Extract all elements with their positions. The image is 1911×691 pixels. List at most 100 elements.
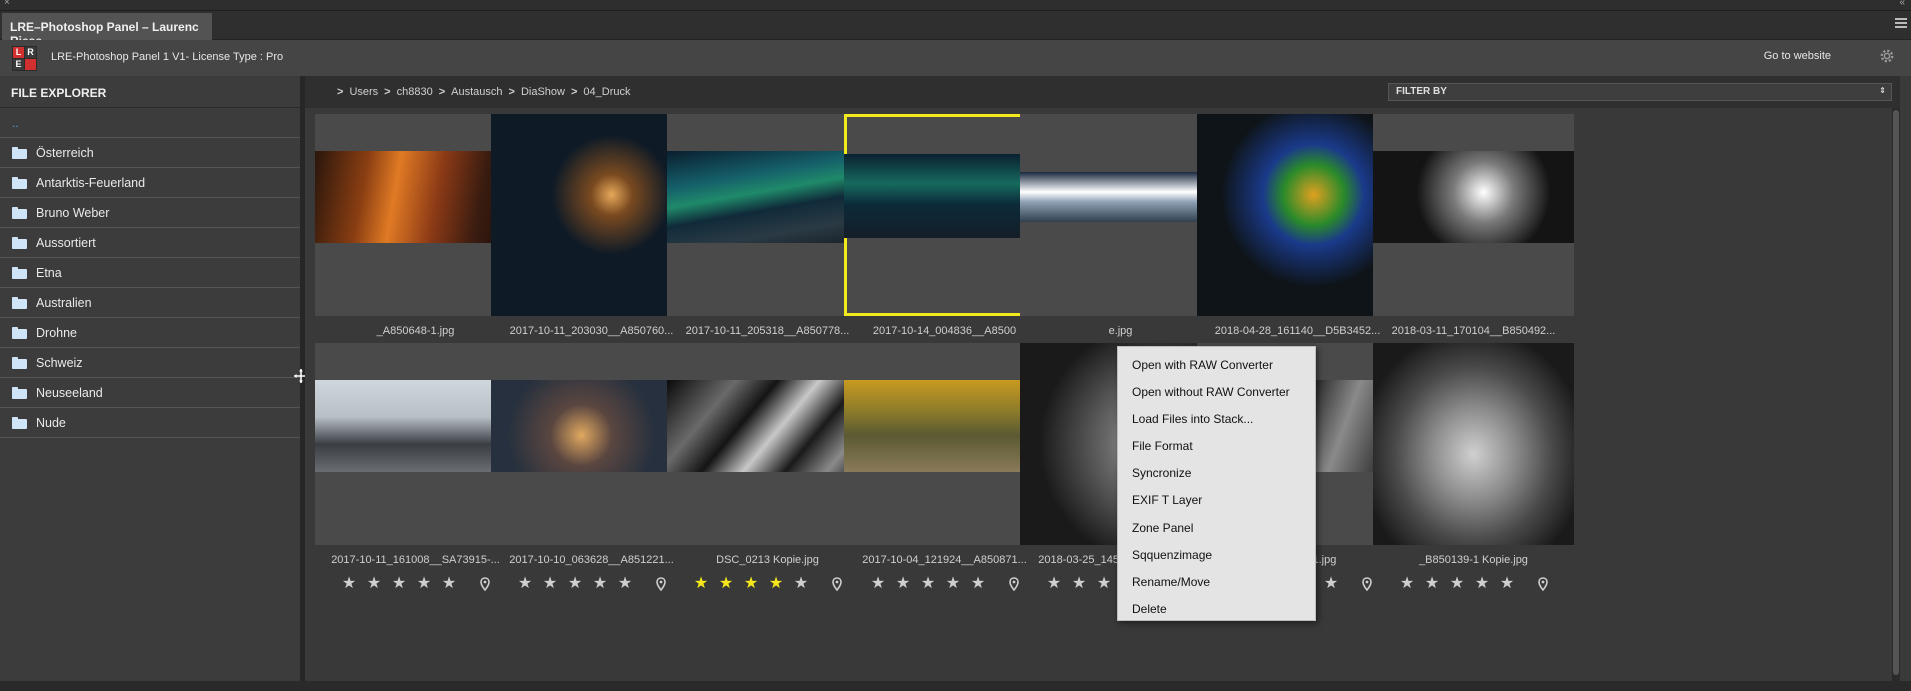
context-menu-item[interactable]: Delete: [1118, 596, 1315, 623]
star-icon[interactable]: ★: [893, 576, 913, 592]
location-pin-icon[interactable]: [1007, 577, 1021, 592]
folder-item[interactable]: Schweiz: [0, 348, 300, 378]
photo-preview: [1020, 172, 1221, 222]
context-menu-item[interactable]: File Format: [1118, 433, 1315, 460]
image-card[interactable]: 2017-10-11_205318__A850778...★★★★★: [667, 114, 868, 363]
star-icon[interactable]: ★: [590, 576, 610, 592]
panel-tab[interactable]: LRE–Photoshop Panel – Laurenc Riese: [2, 13, 212, 48]
star-icon[interactable]: ★: [339, 576, 359, 592]
context-menu-item[interactable]: Zone Panel: [1118, 515, 1315, 542]
star-icon[interactable]: ★: [766, 576, 786, 592]
scrollbar-thumb[interactable]: [1893, 110, 1899, 675]
star-icon[interactable]: ★: [868, 576, 888, 592]
panel-header: L R E LRE-Photoshop Panel 1 V1- License …: [0, 40, 1911, 76]
star-icon[interactable]: ★: [364, 576, 384, 592]
location-pin-icon[interactable]: [1360, 577, 1374, 592]
breadcrumb-item[interactable]: Austausch: [451, 86, 502, 98]
breadcrumb-item[interactable]: Users: [349, 86, 378, 98]
context-menu-item[interactable]: Rename/Move: [1118, 569, 1315, 596]
star-icon[interactable]: ★: [1422, 576, 1442, 592]
location-pin-icon[interactable]: [654, 577, 668, 592]
image-thumbnail[interactable]: [1020, 114, 1221, 316]
image-thumbnail[interactable]: [667, 343, 868, 545]
star-icon[interactable]: ★: [741, 576, 761, 592]
star-icon[interactable]: ★: [791, 576, 811, 592]
vertical-scrollbar[interactable]: [1892, 108, 1900, 681]
star-icon[interactable]: ★: [515, 576, 535, 592]
image-card[interactable]: _A850648-1.jpg★★★★★: [315, 114, 516, 363]
star-icon[interactable]: ★: [615, 576, 635, 592]
folder-item[interactable]: Antarktis-Feuerland: [0, 168, 300, 198]
panel-menu-icon[interactable]: [1895, 18, 1907, 28]
folder-item[interactable]: Bruno Weber: [0, 198, 300, 228]
close-icon[interactable]: ×: [4, 0, 10, 8]
chevron-updown-icon: ⇕: [1879, 86, 1886, 95]
folder-item[interactable]: Etna: [0, 258, 300, 288]
folder-item[interactable]: Aussortiert: [0, 228, 300, 258]
context-menu-item[interactable]: Syncronize: [1118, 460, 1315, 487]
breadcrumb-item[interactable]: 04_Druck: [583, 86, 630, 98]
go-to-website-link[interactable]: Go to website: [1764, 50, 1831, 62]
image-card[interactable]: 2017-10-11_161008__SA73915-... ★ ★ ★ ★ ★: [315, 343, 516, 592]
image-thumbnail[interactable]: [491, 343, 692, 545]
star-icon[interactable]: ★: [540, 576, 560, 592]
gear-icon[interactable]: [1878, 47, 1896, 65]
star-rating: ★ ★ ★ ★ ★: [491, 576, 692, 592]
breadcrumb-item[interactable]: DiaShow: [521, 86, 565, 98]
star-icon[interactable]: ★: [1497, 576, 1517, 592]
star-icon[interactable]: ★: [565, 576, 585, 592]
star-icon[interactable]: ★: [1397, 576, 1417, 592]
photo-preview: [1373, 343, 1574, 545]
collapse-icon[interactable]: «: [1899, 0, 1905, 8]
context-menu-item[interactable]: EXIF T Layer: [1118, 487, 1315, 514]
star-icon[interactable]: ★: [691, 576, 711, 592]
star-icon[interactable]: ★: [716, 576, 736, 592]
image-card[interactable]: _B850139-1 Kopie.jpg ★ ★ ★ ★ ★: [1373, 343, 1574, 592]
star-icon[interactable]: ★: [1094, 576, 1114, 592]
image-card[interactable]: 2017-10-10_063628__A851221... ★ ★ ★ ★ ★: [491, 343, 692, 592]
parent-folder-link[interactable]: ..: [0, 108, 300, 138]
location-pin-icon[interactable]: [830, 577, 844, 592]
star-icon[interactable]: ★: [968, 576, 988, 592]
context-menu-item[interactable]: Open without RAW Converter: [1118, 379, 1315, 406]
folder-item[interactable]: Neuseeland: [0, 378, 300, 408]
star-icon[interactable]: ★: [1447, 576, 1467, 592]
image-thumbnail[interactable]: [491, 114, 692, 316]
image-thumbnail[interactable]: [315, 114, 516, 316]
filter-dropdown[interactable]: FILTER BY ⇕: [1388, 83, 1892, 101]
breadcrumb-item[interactable]: ch8830: [397, 86, 433, 98]
image-card[interactable]: 2017-10-04_121924__A850871... ★ ★ ★ ★ ★: [844, 343, 1045, 592]
folder-item[interactable]: Drohne: [0, 318, 300, 348]
image-card[interactable]: 2018-04-28_161140__D5B3452...★★★★★: [1197, 114, 1398, 363]
star-icon[interactable]: ★: [389, 576, 409, 592]
context-menu-item[interactable]: Sqquenzimage: [1118, 542, 1315, 569]
image-thumbnail[interactable]: [844, 114, 1045, 316]
star-icon[interactable]: ★: [943, 576, 963, 592]
star-icon[interactable]: ★: [1044, 576, 1064, 592]
image-card[interactable]: DSC_0213 Kopie.jpg ★ ★ ★ ★ ★: [667, 343, 868, 592]
context-menu-item[interactable]: Load Files into Stack...: [1118, 406, 1315, 433]
location-pin-icon[interactable]: [478, 577, 492, 592]
location-pin-icon[interactable]: [1536, 577, 1550, 592]
star-icon[interactable]: ★: [1069, 576, 1089, 592]
image-thumbnail[interactable]: [315, 343, 516, 545]
image-thumbnail[interactable]: [1197, 114, 1398, 316]
context-menu-item[interactable]: Open with RAW Converter: [1118, 352, 1315, 379]
image-card[interactable]: 2017-10-14_004836__A8500★★★★★: [844, 114, 1045, 363]
image-thumbnail[interactable]: [667, 114, 868, 316]
folder-item[interactable]: Nude: [0, 408, 300, 438]
image-thumbnail[interactable]: [1373, 114, 1574, 316]
image-thumbnail[interactable]: [844, 343, 1045, 545]
star-icon[interactable]: ★: [414, 576, 434, 592]
star-icon[interactable]: ★: [1472, 576, 1492, 592]
folder-item[interactable]: Australien: [0, 288, 300, 318]
image-card[interactable]: 2018-03-11_170104__B850492...★★★★★: [1373, 114, 1574, 363]
context-menu: Open with RAW Converter Open without RAW …: [1117, 346, 1316, 621]
star-icon[interactable]: ★: [918, 576, 938, 592]
star-icon[interactable]: ★: [1321, 576, 1341, 592]
image-card[interactable]: e.jpg★★★★★: [1020, 114, 1221, 363]
image-thumbnail[interactable]: [1373, 343, 1574, 545]
folder-item[interactable]: Österreich: [0, 138, 300, 168]
star-icon[interactable]: ★: [439, 576, 459, 592]
image-card[interactable]: 2017-10-11_203030__A850760...★★★★★: [491, 114, 692, 363]
